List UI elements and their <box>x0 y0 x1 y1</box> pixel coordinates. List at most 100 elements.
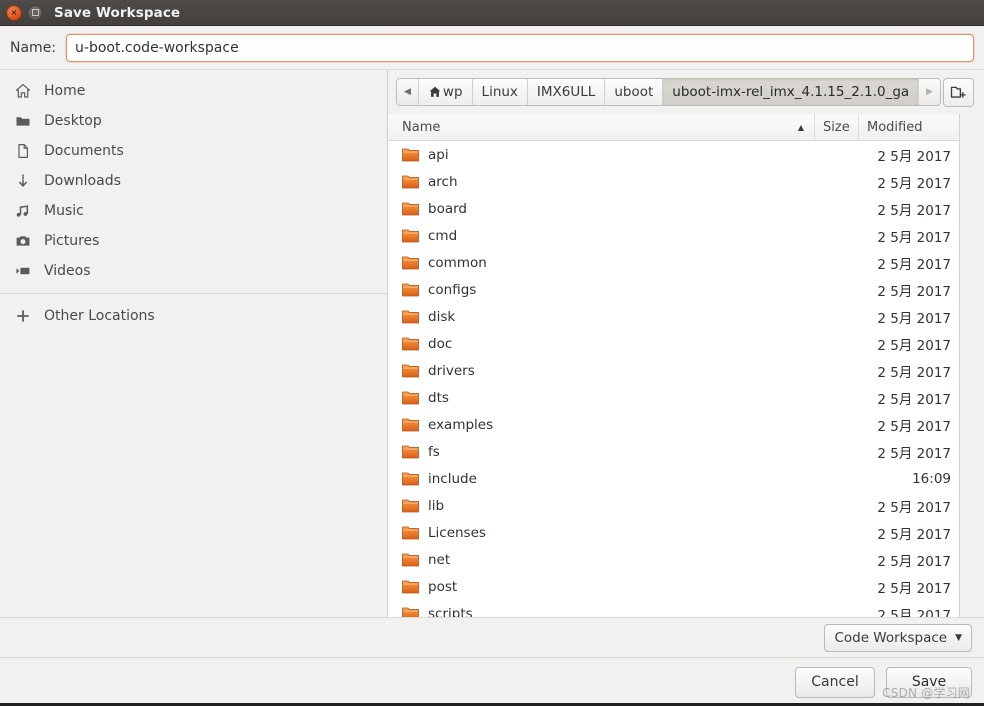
table-row[interactable]: scripts 2 5月 2017 <box>388 600 959 617</box>
desktop-folder-icon <box>12 113 34 129</box>
sidebar-item-label: Other Locations <box>44 308 155 324</box>
table-row[interactable]: disk 2 5月 2017 <box>388 303 959 330</box>
file-name-cell: common <box>388 255 815 271</box>
file-name-cell: lib <box>388 498 815 514</box>
breadcrumb-item-linux[interactable]: Linux <box>473 79 528 105</box>
file-modified-cell: 16:09 <box>912 470 951 487</box>
folder-icon <box>402 391 419 405</box>
breadcrumb-label: wp <box>442 84 463 100</box>
column-header-name-label: Name <box>402 119 441 135</box>
file-name-cell: doc <box>388 336 815 352</box>
table-row[interactable]: post 2 5月 2017 <box>388 573 959 600</box>
file-name-label: Licenses <box>428 524 486 541</box>
file-name-label: configs <box>428 281 477 298</box>
table-row[interactable]: dts 2 5月 2017 <box>388 384 959 411</box>
sidebar-item-label: Desktop <box>44 113 102 129</box>
breadcrumb-item-current[interactable]: uboot-imx-rel_imx_4.1.15_2.1.0_ga <box>663 79 920 105</box>
file-modified-cell: 2 5月 2017 <box>877 499 951 516</box>
dialog-body: Home Desktop Documents Downloads Music P… <box>0 70 984 617</box>
folder-icon <box>402 418 419 432</box>
table-row[interactable]: net 2 5月 2017 <box>388 546 959 573</box>
maximize-icon[interactable] <box>27 4 43 21</box>
sidebar-item-documents[interactable]: Documents <box>0 136 387 166</box>
folder-icon <box>402 337 419 351</box>
sidebar-item-home[interactable]: Home <box>0 76 387 106</box>
breadcrumb-forward-arrow[interactable]: ▶ <box>919 79 941 105</box>
folder-icon <box>402 310 419 324</box>
table-row[interactable]: Licenses 2 5月 2017 <box>388 519 959 546</box>
file-name-cell: fs <box>388 444 815 460</box>
close-icon[interactable]: × <box>6 4 22 21</box>
path-bar: ◀ wp Linux IMX6ULL uboot uboot-imx-rel_i… <box>388 70 984 114</box>
file-modified-cell: 2 5月 2017 <box>877 229 951 246</box>
file-name-cell: board <box>388 201 815 217</box>
file-name-cell: scripts <box>388 605 815 618</box>
table-row[interactable]: configs 2 5月 2017 <box>388 276 959 303</box>
filename-input[interactable] <box>66 33 974 62</box>
sort-ascending-icon: ▲ <box>797 122 804 132</box>
breadcrumb-item-imx6ull[interactable]: IMX6ULL <box>528 79 606 105</box>
file-modified-cell: 2 5月 2017 <box>877 580 951 597</box>
download-arrow-icon <box>12 173 34 189</box>
sidebar-item-label: Pictures <box>44 233 100 249</box>
column-header-size[interactable]: Size <box>815 114 859 140</box>
sidebar-item-music[interactable]: Music <box>0 196 387 226</box>
table-row[interactable]: fs 2 5月 2017 <box>388 438 959 465</box>
folder-icon <box>402 175 419 189</box>
document-icon <box>12 143 34 159</box>
file-modified-cell: 2 5月 2017 <box>877 364 951 381</box>
file-name-cell: net <box>388 552 815 568</box>
file-name-label: lib <box>428 497 445 514</box>
file-name-cell: drivers <box>388 363 815 379</box>
folder-icon <box>402 229 419 243</box>
table-row[interactable]: arch 2 5月 2017 <box>388 168 959 195</box>
cancel-button[interactable]: Cancel <box>795 666 875 698</box>
table-row[interactable]: examples 2 5月 2017 <box>388 411 959 438</box>
file-name-label: scripts <box>428 605 473 618</box>
file-name-label: arch <box>428 173 458 190</box>
breadcrumb: ◀ wp Linux IMX6ULL uboot uboot-imx-rel_i… <box>396 78 942 106</box>
table-row[interactable]: common 2 5月 2017 <box>388 249 959 276</box>
column-header-modified[interactable]: Modified <box>859 114 959 140</box>
filter-bar: Code Workspace ▼ <box>0 617 984 657</box>
file-name-cell: cmd <box>388 228 815 244</box>
sidebar-item-downloads[interactable]: Downloads <box>0 166 387 196</box>
video-icon <box>12 263 34 279</box>
sidebar-item-videos[interactable]: Videos <box>0 256 387 286</box>
column-header-name[interactable]: Name ▲ <box>388 114 815 140</box>
sidebar-item-label: Downloads <box>44 173 121 189</box>
table-row[interactable]: drivers 2 5月 2017 <box>388 357 959 384</box>
folder-icon <box>402 580 419 594</box>
places-sidebar: Home Desktop Documents Downloads Music P… <box>0 70 388 617</box>
new-folder-icon[interactable] <box>943 77 974 107</box>
sidebar-item-pictures[interactable]: Pictures <box>0 226 387 256</box>
table-row[interactable]: api 2 5月 2017 <box>388 141 959 168</box>
save-button[interactable]: Save <box>886 666 972 698</box>
sidebar-item-desktop[interactable]: Desktop <box>0 106 387 136</box>
file-modified-cell: 2 5月 2017 <box>877 391 951 408</box>
file-name-label: examples <box>428 416 494 433</box>
folder-icon <box>402 526 419 540</box>
file-type-dropdown[interactable]: Code Workspace ▼ <box>824 623 972 652</box>
folder-icon <box>402 607 419 617</box>
sidebar-item-other-locations[interactable]: Other Locations <box>0 301 387 331</box>
table-row[interactable]: doc 2 5月 2017 <box>388 330 959 357</box>
file-modified-cell: 2 5月 2017 <box>877 148 951 165</box>
camera-icon <box>12 233 34 249</box>
breadcrumb-item-uboot[interactable]: uboot <box>605 79 664 105</box>
breadcrumb-back-arrow[interactable]: ◀ <box>397 79 419 105</box>
file-name-label: board <box>428 200 467 217</box>
table-row[interactable]: cmd 2 5月 2017 <box>388 222 959 249</box>
file-name-label: dts <box>428 389 449 406</box>
home-icon <box>428 85 442 99</box>
table-row[interactable]: board 2 5月 2017 <box>388 195 959 222</box>
save-workspace-dialog: × Save Workspace Name: Home Desktop <box>0 0 984 706</box>
chevron-down-icon: ▼ <box>955 632 962 643</box>
table-row[interactable]: include 16:09 <box>388 465 959 492</box>
file-modified-cell: 2 5月 2017 <box>877 283 951 300</box>
file-name-label: drivers <box>428 362 475 379</box>
breadcrumb-item-wp[interactable]: wp <box>419 79 473 105</box>
title-bar: × Save Workspace <box>0 0 984 26</box>
name-row: Name: <box>0 26 984 70</box>
table-row[interactable]: lib 2 5月 2017 <box>388 492 959 519</box>
